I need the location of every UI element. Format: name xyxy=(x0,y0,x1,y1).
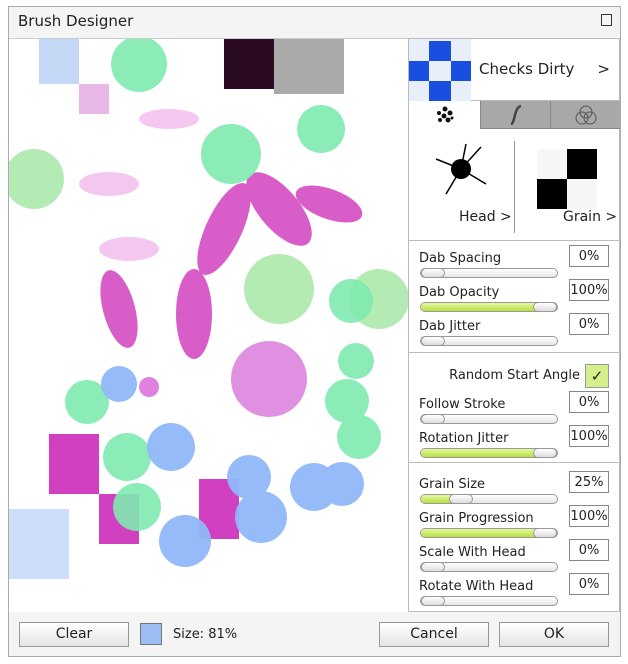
cancel-button[interactable]: Cancel xyxy=(379,622,489,647)
window-title: Brush Designer xyxy=(18,12,134,30)
slider-thumb[interactable] xyxy=(421,268,445,278)
rotate-with-head-slider[interactable] xyxy=(420,596,558,606)
slider-thumb[interactable] xyxy=(421,336,445,346)
slider-thumb[interactable] xyxy=(421,596,445,606)
slider-thumb[interactable] xyxy=(449,494,473,504)
random-start-angle-row: Random Start Angle ✓ xyxy=(409,364,620,398)
slider-thumb[interactable] xyxy=(533,448,557,458)
section-divider xyxy=(409,462,620,463)
slider-row-rotation-jitter: Rotation Jitter 100% xyxy=(409,425,620,465)
color-swatch[interactable] xyxy=(140,623,162,645)
slider-thumb[interactable] xyxy=(533,302,557,312)
slider-label: Grain Size xyxy=(419,477,486,492)
color-circles-icon xyxy=(575,105,596,124)
slider-label: Rotation Jitter xyxy=(419,431,509,446)
dab-opacity-slider[interactable] xyxy=(420,302,558,312)
slider-fill xyxy=(421,449,545,457)
slider-label: Dab Jitter xyxy=(419,319,481,334)
clear-button[interactable]: Clear xyxy=(19,622,129,647)
slider-fill xyxy=(421,303,545,311)
rotation-jitter-value[interactable]: 100% xyxy=(569,425,609,447)
slider-label: Scale With Head xyxy=(419,545,526,560)
slider-row-dab-jitter: Dab Jitter 0% xyxy=(409,313,620,353)
scale-with-head-value[interactable]: 0% xyxy=(569,539,609,561)
rotate-with-head-value[interactable]: 0% xyxy=(569,573,609,595)
slider-label: Grain Progression xyxy=(419,511,534,526)
list-icon[interactable] xyxy=(601,14,612,26)
grain-size-value[interactable]: 25% xyxy=(569,471,609,493)
tab-dabs[interactable] xyxy=(409,101,480,129)
slider-thumb[interactable] xyxy=(421,562,445,572)
head-button[interactable]: Head > xyxy=(459,209,512,225)
slider-label: Dab Opacity xyxy=(419,285,500,300)
brush-name: Checks Dirty xyxy=(479,60,575,78)
slider-label: Follow Stroke xyxy=(419,397,506,412)
dab-spacing-slider[interactable] xyxy=(420,268,558,278)
slider-fill xyxy=(421,529,545,537)
slider-thumb[interactable] xyxy=(533,528,557,538)
head-thumbnail[interactable] xyxy=(431,139,491,199)
section-divider xyxy=(409,352,620,353)
brush-thumbnail xyxy=(409,39,471,101)
grain-thumbnail[interactable] xyxy=(537,149,597,209)
divider xyxy=(514,141,515,233)
brush-preview xyxy=(9,38,408,612)
grain-button[interactable]: Grain > xyxy=(563,209,617,225)
grain-progression-value[interactable]: 100% xyxy=(569,505,609,527)
slider-row-rotate-with-head: Rotate With Head 0% xyxy=(409,573,620,613)
random-start-angle-checkbox[interactable]: ✓ xyxy=(585,364,609,388)
dabs-icon xyxy=(436,106,453,123)
grain-progression-slider[interactable] xyxy=(420,528,558,538)
brush-selector[interactable]: Checks Dirty > xyxy=(409,39,620,101)
size-readout: Size: 81% xyxy=(173,627,238,642)
dab-opacity-value[interactable]: 100% xyxy=(569,279,609,301)
dab-jitter-slider[interactable] xyxy=(420,336,558,346)
scale-with-head-slider[interactable] xyxy=(420,562,558,572)
grain-size-slider[interactable] xyxy=(420,494,558,504)
slider-label: Rotate With Head xyxy=(419,579,534,594)
dab-jitter-value[interactable]: 0% xyxy=(569,313,609,335)
stroke-curve-icon xyxy=(509,104,522,125)
tab-stroke[interactable] xyxy=(480,101,550,129)
rotation-jitter-slider[interactable] xyxy=(420,448,558,458)
chevron-right-icon[interactable]: > xyxy=(597,60,610,78)
slider-label: Dab Spacing xyxy=(419,251,502,266)
slider-thumb[interactable] xyxy=(421,414,445,424)
random-start-angle-label: Random Start Angle xyxy=(449,368,580,383)
tab-color[interactable] xyxy=(550,101,620,129)
settings-panel: Checks Dirty > Head > Grain > Dab Spacin… xyxy=(408,38,620,612)
dab-spacing-value[interactable]: 0% xyxy=(569,245,609,267)
follow-stroke-slider[interactable] xyxy=(420,414,558,424)
ok-button[interactable]: OK xyxy=(499,622,609,647)
